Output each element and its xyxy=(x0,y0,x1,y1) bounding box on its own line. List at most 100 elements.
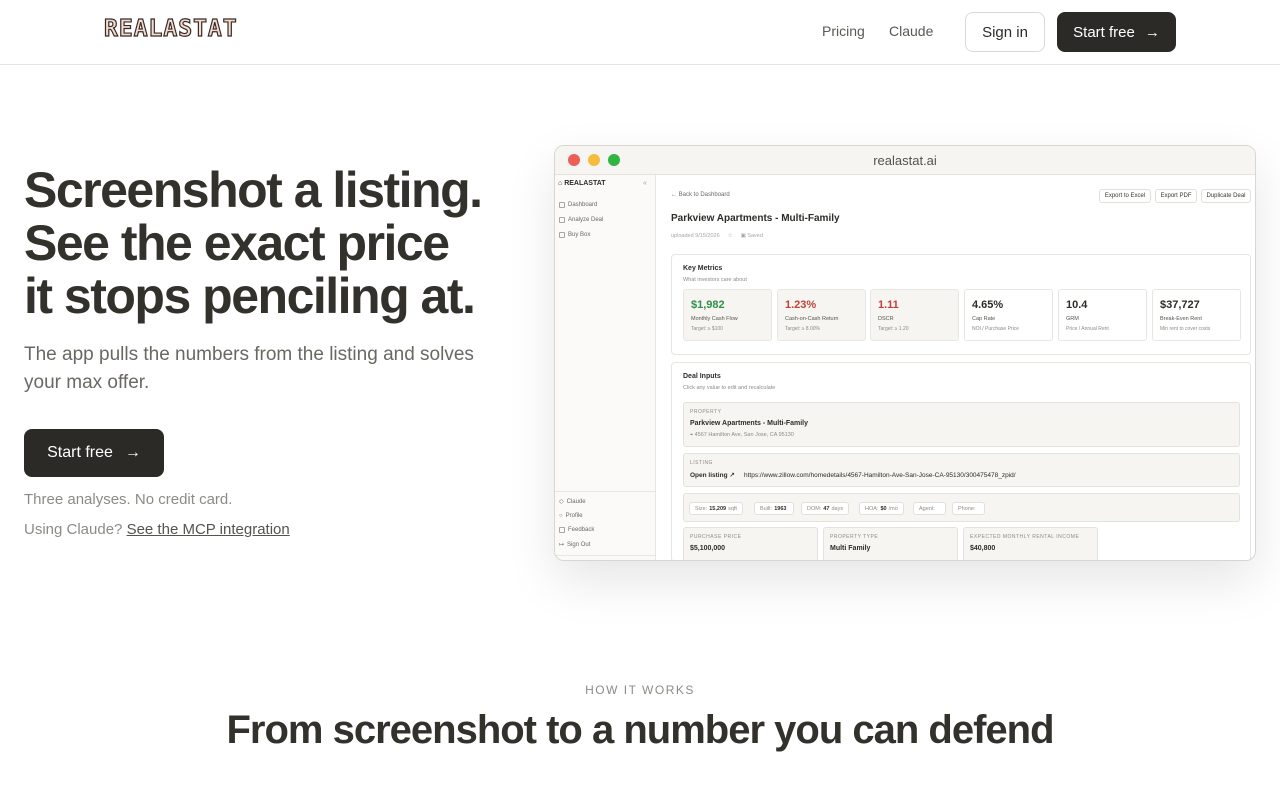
chip-value: 47 xyxy=(823,505,830,512)
deal-inputs-title: Deal Inputs xyxy=(683,373,721,380)
arrow-right-icon: → xyxy=(1144,23,1160,41)
start-free-label: Start free xyxy=(47,444,113,461)
key-metrics-subtitle: What investors care about xyxy=(683,277,747,283)
sidebar-item-analyze-deal[interactable]: Analyze Deal xyxy=(559,217,603,223)
export-pdf-button[interactable]: Export PDF xyxy=(1155,189,1197,203)
sidebar-divider xyxy=(555,491,655,492)
uploaded-date: uploaded 9/15/2026 xyxy=(671,233,720,239)
metric-value: 1.11 xyxy=(878,299,899,311)
property-address-text: 4567 Hamilton Ave, San Jose, CA 95130 xyxy=(694,432,794,438)
back-to-dashboard-link[interactable]: ← Back to Dashboard xyxy=(671,192,730,198)
claude-note-prefix: Using Claude? xyxy=(24,521,123,538)
buy-box-icon xyxy=(559,232,565,238)
sidebar-item-label: Buy Box xyxy=(568,232,591,238)
agent-chip[interactable]: Agent: xyxy=(913,502,946,515)
hoa-chip[interactable]: HOA: $0/mo xyxy=(859,502,904,515)
mcp-integration-link[interactable]: See the MCP integration xyxy=(127,521,290,538)
hero-title-line: it stops penciling at. xyxy=(24,268,476,324)
metric-note: Price / Annual Rent xyxy=(1066,326,1109,332)
feedback-icon xyxy=(559,527,565,533)
app-preview-window: realastat.ai ⌂ REALASTAT « Dashboard Ana… xyxy=(554,145,1256,561)
site-header: REALASTAT Pricing Claude Sign in Start f… xyxy=(0,0,1280,65)
how-it-works-label: HOW IT WORKS xyxy=(585,683,695,697)
hero-subtitle: The app pulls the numbers from the listi… xyxy=(24,344,474,393)
metric-card-cap-rate: 4.65% Cap Rate NOI / Purchase Price xyxy=(964,289,1053,341)
field-label: PURCHASE PRICE xyxy=(690,534,742,540)
analyze-icon xyxy=(559,217,565,223)
duplicate-deal-button[interactable]: Duplicate Deal xyxy=(1201,189,1251,203)
listing-field[interactable]: LISTING Open listing ↗ https://www.zillo… xyxy=(683,453,1240,487)
claude-note: Using Claude? See the MCP integration xyxy=(24,521,290,538)
sidebar-item-dashboard[interactable]: Dashboard xyxy=(559,202,597,208)
sign-in-button[interactable]: Sign in xyxy=(965,12,1045,52)
listing-url[interactable]: https://www.zillow.com/homedetails/4567-… xyxy=(744,472,1016,479)
saved-status: ▣ Saved xyxy=(740,233,763,239)
metric-card-grm: 10.4 GRM Price / Annual Rent xyxy=(1058,289,1147,341)
metric-value: $1,982 xyxy=(691,299,725,311)
metric-label: GRM xyxy=(1066,316,1079,322)
dom-chip[interactable]: DOM: 47 days xyxy=(801,502,850,515)
phone-chip[interactable]: Phone: xyxy=(952,502,985,515)
metric-note: Target: ≥ 1.20 xyxy=(878,326,909,332)
field-value: Multi Family xyxy=(830,545,871,552)
field-label: EXPECTED MONTHLY RENTAL INCOME xyxy=(970,534,1080,540)
chip-label: HOA: xyxy=(865,505,879,512)
nav-pricing-link[interactable]: Pricing xyxy=(822,23,865,39)
sidebar-divider xyxy=(555,555,655,556)
app-logo: ⌂ REALASTAT xyxy=(558,180,606,187)
built-chip[interactable]: Built: 1963 xyxy=(754,502,795,515)
property-type-field[interactable]: PROPERTY TYPE Multi Family xyxy=(823,527,958,560)
field-value: $40,800 xyxy=(970,545,996,552)
key-metrics-title: Key Metrics xyxy=(683,265,723,272)
deal-inputs-subtitle: Click any value to edit and recalculate xyxy=(683,385,776,391)
purchase-price-field[interactable]: PURCHASE PRICE $5,100,000 xyxy=(683,527,818,560)
hero-title-line: See the exact price xyxy=(24,215,450,271)
header-start-free-button[interactable]: Start free → xyxy=(1057,12,1176,52)
deal-title: Parkview Apartments - Multi-Family xyxy=(671,213,840,224)
profile-icon: ○ xyxy=(559,513,563,519)
chip-label: Phone: xyxy=(958,505,976,512)
metric-value: 4.65% xyxy=(972,299,1004,311)
metric-label: Cash-on-Cash Return xyxy=(785,316,839,322)
property-details-row: Size: 15,209 sqft Built: 1963 DOM: 47 days HO… xyxy=(683,493,1240,522)
metric-value: 10.4 xyxy=(1066,299,1088,311)
nav-claude-link[interactable]: Claude xyxy=(889,23,933,39)
chip-value: 15,209 xyxy=(709,505,727,512)
export-excel-button[interactable]: Export to Excel xyxy=(1099,189,1151,203)
hero-title-line: Screenshot a listing. xyxy=(24,162,483,218)
sidebar-item-claude[interactable]: ◇ Claude xyxy=(559,498,586,506)
chip-unit: /mo xyxy=(888,505,898,512)
metric-value: $37,727 xyxy=(1160,299,1200,311)
site-logo[interactable]: REALASTAT xyxy=(103,15,238,42)
property-field[interactable]: PROPERTY Parkview Apartments - Multi-Fam… xyxy=(683,402,1240,447)
window-titlebar: realastat.ai xyxy=(555,146,1255,175)
sign-out-icon: ↦ xyxy=(559,542,565,548)
collapse-icon[interactable]: « xyxy=(643,180,647,187)
metric-label: DSCR xyxy=(878,316,894,322)
metric-note: Target: ≥ 8.00% xyxy=(785,326,820,332)
field-label: LISTING xyxy=(690,460,713,466)
property-address: ⌖ 4567 Hamilton Ave, San Jose, CA 95130 xyxy=(690,432,794,438)
sidebar-item-label: Profile xyxy=(565,513,583,519)
arrow-right-icon: → xyxy=(124,444,141,461)
sign-in-label: Sign in xyxy=(982,23,1028,41)
deal-inputs-panel: Deal Inputs Click any value to edit and … xyxy=(671,362,1251,560)
rental-income-field[interactable]: EXPECTED MONTHLY RENTAL INCOME $40,800 xyxy=(963,527,1098,560)
window-title: realastat.ai xyxy=(873,153,937,168)
hero-start-free-button[interactable]: Start free → xyxy=(24,429,164,477)
size-chip[interactable]: Size: 15,209 sqft xyxy=(689,502,743,515)
open-listing-link[interactable]: Open listing ↗ xyxy=(690,471,735,479)
sidebar-item-sign-out[interactable]: ↦ Sign Out xyxy=(559,541,590,549)
metric-value: 1.23% xyxy=(785,299,817,311)
sidebar-item-feedback[interactable]: Feedback xyxy=(559,527,594,533)
field-label: PROPERTY TYPE xyxy=(830,534,879,540)
claude-icon: ◇ xyxy=(559,499,564,505)
star-icon[interactable]: ☆ xyxy=(728,233,733,239)
chip-unit: sqft xyxy=(728,505,737,512)
chip-unit: days xyxy=(831,505,844,512)
metric-card-coc-return: 1.23% Cash-on-Cash Return Target: ≥ 8.00… xyxy=(777,289,866,341)
dashboard-icon xyxy=(559,202,565,208)
sidebar-item-buy-box[interactable]: Buy Box xyxy=(559,232,590,238)
sidebar-item-profile[interactable]: ○ Profile xyxy=(559,513,583,519)
sidebar-item-label: Analyze Deal xyxy=(568,217,604,223)
